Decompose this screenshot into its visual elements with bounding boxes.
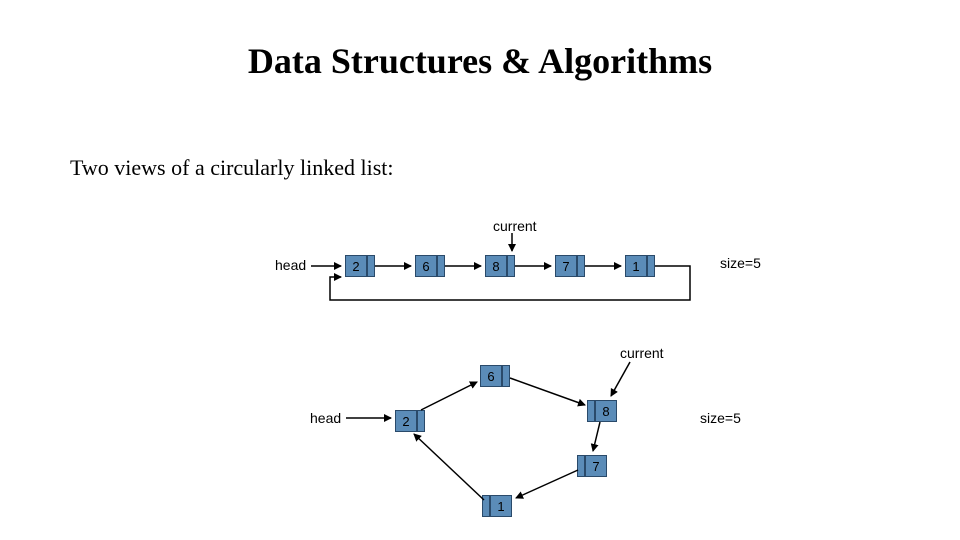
linear-ptr-1 (437, 255, 445, 277)
circular-node-8: 8 (595, 400, 617, 422)
label-current-linear: current (493, 218, 537, 234)
linear-node-1: 6 (415, 255, 437, 277)
linear-node-3: 7 (555, 255, 577, 277)
page-title: Data Structures & Algorithms (0, 40, 960, 82)
linear-ptr-3 (577, 255, 585, 277)
circular-ptr-6 (502, 365, 510, 387)
circular-node-6: 6 (480, 365, 502, 387)
label-current-circular: current (620, 345, 664, 361)
circular-ptr-8 (587, 400, 595, 422)
circular-ptr-2 (417, 410, 425, 432)
linear-ptr-0 (367, 255, 375, 277)
label-head-circular: head (310, 410, 341, 426)
linear-node-2: 8 (485, 255, 507, 277)
linear-ptr-2 (507, 255, 515, 277)
circular-node-2: 2 (395, 410, 417, 432)
circular-node-7: 7 (585, 455, 607, 477)
linear-node-4: 1 (625, 255, 647, 277)
label-size-circular: size=5 (700, 410, 741, 426)
circular-ptr-1 (482, 495, 490, 517)
label-head-linear: head (275, 257, 306, 273)
circular-node-1: 1 (490, 495, 512, 517)
circular-ptr-7 (577, 455, 585, 477)
subtitle: Two views of a circularly linked list: (70, 155, 394, 181)
label-size-linear: size=5 (720, 255, 761, 271)
linear-ptr-4 (647, 255, 655, 277)
linear-node-0: 2 (345, 255, 367, 277)
